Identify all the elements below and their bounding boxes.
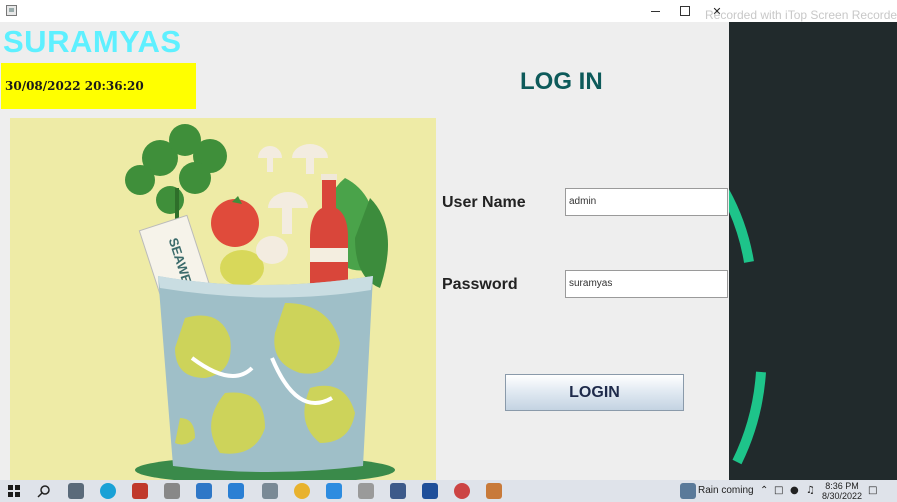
username-label: User Name [442,194,526,211]
taskbar: Rain coming ⌃ □ ● ♫ 8:36 PM 8/30/2022 □ [0,480,897,502]
desktop-background [729,22,897,480]
taskbar-app-icon[interactable] [164,483,180,499]
recorder-watermark: Recorded with iTop Screen Recorder [705,8,897,22]
notification-icon[interactable]: □ [868,485,877,496]
microphone-icon[interactable]: ● [790,485,799,496]
network-icon[interactable]: □ [774,485,783,496]
maximize-button[interactable] [670,2,700,20]
java-app-icon [6,5,17,16]
edge-browser-icon[interactable] [100,483,116,499]
username-field[interactable]: admin [565,188,728,216]
window-titlebar: Recorded with iTop Screen Recorder [0,0,897,22]
datetime-text: 30/08/2022 20:36:20 [5,79,144,93]
page-title: LOG IN [520,68,603,95]
task-view-icon[interactable] [68,483,84,499]
login-button[interactable]: LOGIN [505,374,684,411]
grocery-bag-illustration: SEAWEED [10,118,436,480]
java-taskbar-icon[interactable] [486,483,502,499]
clock-time: 8:36 PM [825,481,859,491]
minimize-button[interactable] [640,2,670,20]
recorder-ring-graphic [729,189,766,465]
tray-chevron-icon[interactable]: ⌃ [760,485,768,496]
password-label: Password [442,276,518,293]
taskbar-app-icon[interactable] [422,483,438,499]
vscode-icon[interactable] [228,483,244,499]
chrome-icon[interactable] [294,483,310,499]
weather-text[interactable]: Rain coming [698,485,754,496]
zoom-icon[interactable] [326,483,342,499]
search-icon[interactable] [36,483,52,499]
windows-start-icon[interactable] [6,483,22,499]
login-window: SURAMYAS 30/08/2022 20:36:20 LOG IN SEAW… [0,0,729,480]
taskbar-app-icon[interactable] [358,483,374,499]
screen: SURAMYAS 30/08/2022 20:36:20 LOG IN SEAW… [0,0,897,502]
datetime-display: 30/08/2022 20:36:20 [1,63,196,109]
taskbar-clock[interactable]: 8:36 PM 8/30/2022 [822,481,862,501]
clock-date: 8/30/2022 [822,491,863,501]
password-field[interactable]: suramyas [565,270,728,298]
volume-icon[interactable]: ♫ [806,485,815,496]
taskbar-app-icon[interactable] [196,483,212,499]
grocery-bag-image: SEAWEED [125,124,395,480]
taskbar-app-icon[interactable] [390,483,406,499]
weather-icon [680,483,696,499]
file-explorer-icon[interactable] [262,483,278,499]
brand-title: SURAMYAS [3,24,182,59]
taskbar-app-icon[interactable] [454,483,470,499]
screen-recorder-icon[interactable] [132,483,148,499]
